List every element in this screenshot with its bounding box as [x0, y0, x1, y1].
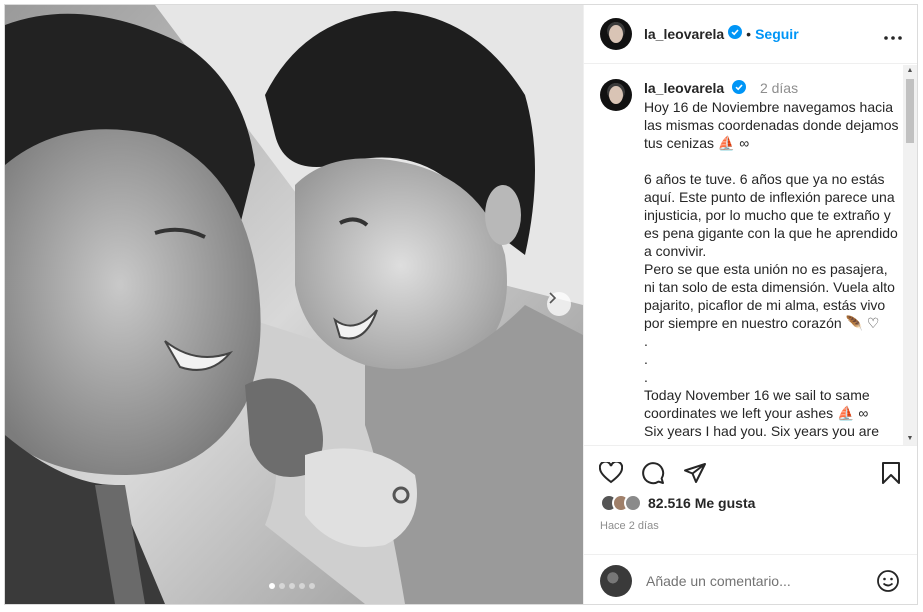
- scroll-down-icon[interactable]: ▼: [906, 435, 914, 443]
- action-icons: [598, 460, 708, 486]
- photo-illustration: [5, 5, 583, 604]
- caption-username[interactable]: la_leovarela: [644, 80, 724, 96]
- caption-body: la_leovarela 2 días Hoy 16 de Noviembre …: [644, 79, 902, 445]
- post-date[interactable]: Hace 2 días: [600, 520, 659, 532]
- heart-icon[interactable]: [598, 460, 624, 486]
- carousel-dot: [269, 583, 275, 589]
- post-actions: 82.516 Me gusta Hace 2 días: [584, 445, 917, 604]
- carousel-dot: [299, 583, 305, 589]
- caption-row: la_leovarela 2 días Hoy 16 de Noviembre …: [584, 65, 917, 445]
- bookmark-icon[interactable]: [878, 460, 904, 486]
- carousel-dot: [279, 583, 285, 589]
- comment-input[interactable]: [646, 572, 866, 589]
- header-separator: •: [746, 26, 752, 42]
- more-options-icon[interactable]: [884, 27, 902, 45]
- verified-badge-icon: [728, 24, 743, 44]
- author-username[interactable]: la_leovarela: [644, 26, 724, 42]
- carousel-dot: [289, 583, 295, 589]
- carousel-next-button[interactable]: [547, 292, 571, 316]
- scroll-up-icon[interactable]: ▲: [906, 67, 914, 75]
- caption-text: Hoy 16 de Noviembre navegamos hacia las …: [644, 99, 899, 445]
- share-icon[interactable]: [682, 460, 708, 486]
- post-side-panel: la_leovarela • Seguir la_leovarela 2 día…: [583, 5, 917, 604]
- liker-avatars: [600, 494, 642, 512]
- likes-count[interactable]: 82.516 Me gusta: [648, 495, 755, 511]
- post-photo[interactable]: [5, 5, 583, 604]
- comment-icon[interactable]: [640, 460, 666, 486]
- likes-summary[interactable]: 82.516 Me gusta: [600, 494, 755, 512]
- post-header: la_leovarela • Seguir: [584, 5, 917, 64]
- instagram-post-modal: la_leovarela • Seguir la_leovarela 2 día…: [4, 4, 918, 605]
- caption-time-ago[interactable]: 2 días: [760, 80, 798, 96]
- author-avatar[interactable]: [600, 18, 632, 50]
- caption-area[interactable]: la_leovarela 2 días Hoy 16 de Noviembre …: [584, 65, 917, 445]
- verified-badge-icon: [732, 80, 747, 98]
- liker-avatar: [624, 494, 642, 512]
- follow-button[interactable]: Seguir: [755, 26, 799, 42]
- scroll-thumb[interactable]: [906, 79, 914, 143]
- emoji-icon[interactable]: [876, 569, 900, 598]
- carousel-dot: [309, 583, 315, 589]
- carousel-indicator: [269, 583, 315, 589]
- viewer-avatar: [600, 564, 632, 597]
- caption-scrollbar[interactable]: ▲ ▼: [903, 65, 917, 445]
- caption-author-avatar[interactable]: [600, 79, 632, 111]
- comment-bar: [584, 554, 917, 604]
- caption-header: la_leovarela 2 días: [644, 79, 902, 98]
